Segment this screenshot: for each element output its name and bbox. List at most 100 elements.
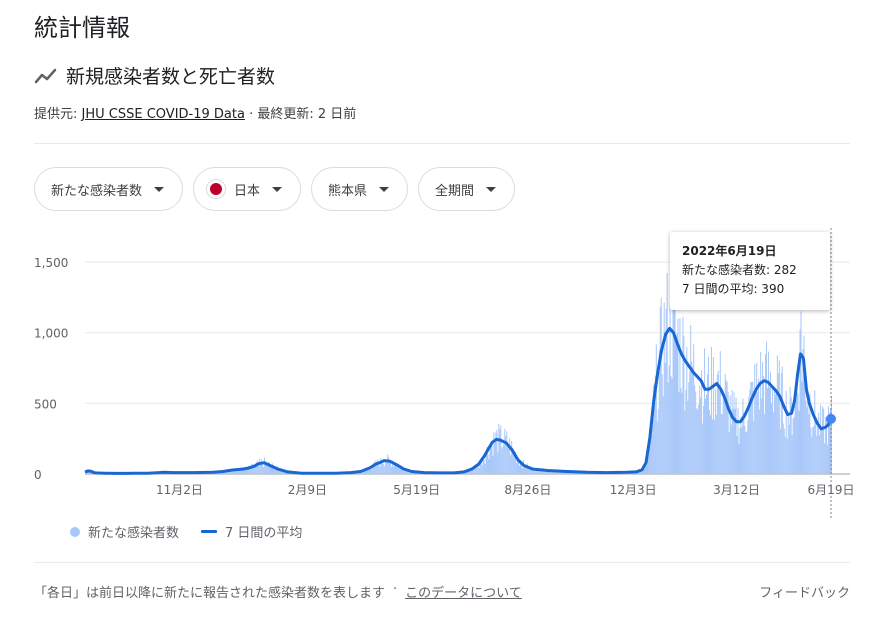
daily-case-bar [750, 382, 752, 474]
daily-case-bar [381, 463, 383, 474]
daily-case-bar [264, 457, 266, 474]
daily-case-bar [756, 363, 758, 474]
daily-case-bar [673, 300, 675, 474]
daily-case-bar [789, 386, 791, 474]
daily-case-bar [674, 292, 676, 474]
daily-case-bar [690, 324, 692, 474]
region-dropdown[interactable]: 熊本県 [311, 167, 409, 211]
legend-bar-swatch [70, 526, 80, 537]
daily-case-bar [820, 404, 822, 474]
daily-case-bar [817, 423, 819, 474]
daily-case-bar [694, 385, 696, 474]
chart-legend: 新たな感染者数 7 日間の平均 [70, 522, 302, 541]
daily-case-bar [657, 408, 659, 474]
daily-case-bar [702, 423, 704, 474]
daily-case-bar [500, 425, 502, 474]
y-tick-label: 0 [34, 468, 42, 482]
daily-case-bar [525, 468, 527, 474]
daily-case-bar [831, 395, 832, 474]
daily-case-bar [267, 464, 269, 474]
daily-case-bar [660, 297, 662, 474]
daily-case-bar [670, 376, 672, 474]
daily-case-bar [655, 344, 657, 474]
source-line: 提供元: JHU CSSE COVID-19 Data · 最終更新: 2 日前 [34, 103, 356, 122]
daily-case-bar [688, 382, 690, 474]
daily-case-bar [672, 281, 674, 474]
metric-dropdown[interactable]: 新たな感染者数 [34, 167, 184, 211]
daily-case-bar [735, 397, 737, 474]
daily-case-bar [236, 471, 238, 474]
daily-case-bar [481, 465, 483, 474]
daily-case-bar [501, 448, 503, 474]
daily-case-bar [696, 408, 698, 474]
period-dropdown[interactable]: 全期間 [418, 167, 516, 211]
daily-case-bar [819, 435, 821, 474]
daily-case-bar [659, 306, 661, 474]
daily-case-bar [543, 471, 545, 474]
daily-case-bar [824, 443, 826, 474]
daily-case-bar [722, 390, 724, 474]
daily-case-bar [395, 465, 397, 474]
country-dropdown-label: 日本 [234, 183, 261, 199]
daily-case-bar [689, 371, 691, 474]
daily-case-bar [698, 404, 700, 474]
source-link[interactable]: JHU CSSE COVID-19 Data [82, 107, 245, 122]
daily-case-bar [482, 459, 484, 474]
daily-case-bar [786, 438, 788, 474]
daily-case-bar [821, 428, 823, 474]
daily-case-bar [668, 365, 670, 474]
daily-case-bar [493, 431, 495, 474]
daily-case-bar [791, 435, 793, 474]
x-tick-label: 2月9日 [288, 483, 327, 497]
daily-case-bar [808, 414, 810, 474]
daily-case-bar [728, 432, 730, 474]
daily-case-bar [230, 471, 232, 474]
daily-case-bar [642, 470, 644, 474]
daily-case-bar [234, 470, 236, 474]
period-dropdown-label: 全期間 [435, 183, 475, 199]
legend-line-label: 7 日間の平均 [225, 526, 303, 541]
daily-case-bar [716, 374, 718, 474]
daily-case-bar [768, 387, 770, 474]
caret-down-icon [379, 186, 390, 192]
daily-case-bar [796, 382, 798, 474]
daily-case-bar [391, 466, 393, 474]
daily-case-bar [707, 356, 709, 474]
daily-case-bar [767, 387, 769, 474]
daily-case-bar [800, 311, 802, 474]
daily-case-bar [685, 389, 687, 474]
daily-case-bar [520, 465, 522, 474]
daily-case-bar [527, 468, 529, 474]
daily-case-bar [731, 389, 733, 474]
daily-case-bar [488, 459, 490, 474]
feedback-link[interactable]: フィードバック [759, 582, 850, 601]
daily-case-bar [273, 469, 275, 474]
legend-line-swatch [201, 530, 218, 533]
daily-case-bar [503, 444, 505, 474]
daily-case-bar [783, 428, 785, 474]
caret-down-icon [154, 186, 165, 192]
daily-case-bar [815, 420, 817, 474]
daily-case-bar [681, 392, 683, 474]
x-tick-label: 5月19日 [393, 483, 440, 497]
about-data-link[interactable]: このデータについて [405, 582, 522, 601]
daily-case-bar [813, 426, 815, 474]
daily-case-bar [533, 470, 535, 474]
daily-case-bar [744, 426, 746, 474]
daily-case-bar [733, 392, 735, 474]
daily-case-bar [763, 375, 765, 474]
daily-case-bar [706, 394, 708, 474]
country-dropdown[interactable]: 日本 [193, 167, 302, 211]
daily-case-bar [507, 445, 509, 474]
daily-case-bar [518, 461, 520, 474]
daily-case-bar [675, 338, 677, 474]
daily-case-bar [776, 355, 778, 474]
daily-case-bar [773, 387, 775, 474]
legend-bars-label: 新たな感染者数 [88, 526, 180, 541]
daily-case-bar [671, 378, 673, 474]
y-tick-label: 1,000 [34, 327, 68, 341]
daily-case-bar [743, 412, 745, 474]
daily-case-bar [278, 470, 280, 474]
daily-case-bar [793, 416, 795, 474]
x-tick-label: 11月2日 [156, 483, 203, 497]
